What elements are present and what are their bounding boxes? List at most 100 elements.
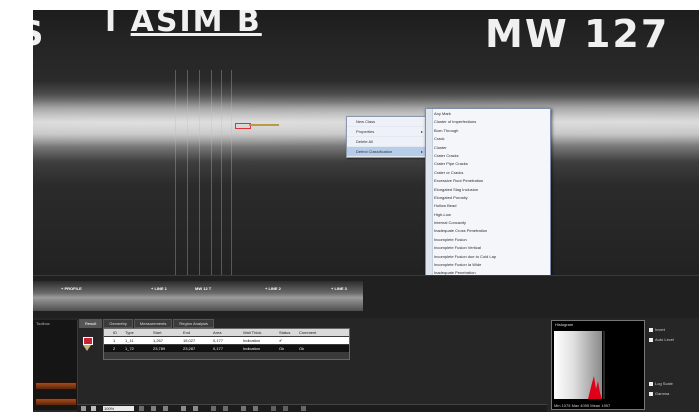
dock-button[interactable]	[35, 398, 77, 406]
submenu-item[interactable]: Hollow Bead	[434, 202, 549, 210]
display-options: Invert Auto Level Log Scale Gamma	[645, 322, 697, 406]
screen-frame: S I ASIM B MW 127 New Class Properties ▸ …	[0, 0, 699, 412]
submenu-item[interactable]: Internal Concavity	[434, 219, 549, 227]
table-cell: 1,267	[153, 338, 164, 343]
submenu-item[interactable]: Crater Cracks	[434, 152, 549, 160]
profile-label: MW 12 T	[195, 286, 212, 291]
menu-item-new-class[interactable]: New Class	[347, 117, 426, 127]
tab-measurements[interactable]: Measurements	[133, 319, 173, 328]
film-marker-middle-text: ASIM B	[130, 10, 262, 39]
profile-label: + LINE 2	[265, 286, 281, 291]
iqi-wire	[231, 70, 232, 275]
histogram-panel[interactable]: Histogram Min 1075 Max 4095 Mean 1997	[551, 320, 645, 410]
stop-icon[interactable]	[91, 406, 96, 411]
menu-item-defect-classification[interactable]: Defect Classification ▸	[347, 147, 426, 157]
zoom-out-icon[interactable]	[163, 406, 168, 411]
option-checkbox[interactable]	[649, 382, 653, 386]
row-flag-icon	[83, 337, 93, 345]
profile-icon[interactable]	[223, 406, 228, 411]
table-cell: 23,789	[153, 346, 166, 351]
submenu-item[interactable]: Crack	[434, 135, 549, 143]
option-label: Log Scale	[655, 381, 673, 386]
option-checkbox[interactable]	[649, 392, 653, 396]
histogram-peak	[588, 376, 602, 399]
table-header-cell[interactable]: Type	[124, 329, 153, 336]
iqi-wire	[199, 70, 200, 275]
submenu-item[interactable]: Elongated Porosity	[434, 194, 549, 202]
submenu-item[interactable]: High-Low	[434, 211, 549, 219]
menu-item-label: Defect Classification	[356, 149, 393, 154]
menu-item-delete-all[interactable]: Delete All	[347, 137, 426, 147]
dock-button[interactable]	[35, 382, 77, 390]
grid-icon[interactable]	[241, 406, 246, 411]
help-icon[interactable]	[301, 406, 306, 411]
table-cell	[298, 337, 349, 344]
table-header: ID Type Start End Area Wall Thick. Statu…	[104, 329, 349, 336]
submenu-item[interactable]: Excessive Root Penetration	[434, 177, 549, 185]
table-cell: ✔	[279, 338, 283, 343]
side-dock: Toolbox	[33, 320, 78, 410]
submenu-arrow-icon: ▸	[420, 129, 423, 134]
pan-icon[interactable]	[139, 406, 144, 411]
table-cell: 0,177	[213, 338, 224, 343]
menu-item-properties[interactable]: Properties ▸	[347, 127, 426, 137]
film-marker-right: MW 127	[485, 12, 670, 56]
option-checkbox[interactable]	[649, 328, 653, 332]
measurement-line[interactable]	[249, 124, 279, 126]
table-row[interactable]: 1 1_11 1,267 15,027 0,177 Indication ✔	[104, 337, 349, 344]
submenu-item[interactable]: Inadequate Cross Penetration	[434, 227, 549, 235]
table-row[interactable]: 2 1_72 23,789 23,287 0,177 Indication Ok…	[104, 345, 349, 352]
iqi-wire	[211, 70, 212, 275]
submenu-item[interactable]: Any Mark	[434, 110, 549, 118]
option-checkbox[interactable]	[649, 338, 653, 342]
profile-strip: + PROFILE + LINE 1 MW 12 T + LINE 2 + LI…	[33, 275, 699, 319]
export-icon[interactable]	[271, 406, 276, 411]
contrast-icon[interactable]	[211, 406, 216, 411]
option-label: Invert	[655, 327, 666, 332]
dock-title: Toolbox	[36, 321, 50, 326]
print-icon[interactable]	[283, 406, 288, 411]
submenu-item[interactable]: Burn Through	[434, 127, 549, 135]
measure-icon[interactable]	[181, 406, 186, 411]
tab-result[interactable]: Result	[79, 319, 103, 328]
film-marker-middle-prefix: I	[105, 10, 119, 39]
table-header-cell[interactable]: Wall Thick.	[242, 329, 279, 336]
submenu-item[interactable]: Incomplete Fusion	[434, 236, 549, 244]
context-menu: New Class Properties ▸ Delete All Defect …	[346, 116, 427, 158]
submenu-item[interactable]: Crater Pipe Cracks	[434, 160, 549, 168]
table-cell: Ok	[279, 346, 285, 351]
submenu-item[interactable]: Elongated Slag Inclusion	[434, 186, 549, 194]
submenu-item[interactable]: Cluster of Imperfections	[434, 118, 549, 126]
submenu-item[interactable]: Incomplete Fusion due to Cold Lap	[434, 253, 549, 261]
table-cell: 23,287	[183, 346, 196, 351]
table-header-cell[interactable]: End	[182, 329, 213, 336]
option-label: Auto Level	[655, 337, 674, 342]
table-cell: Ok	[299, 346, 305, 351]
menu-item-label: Properties	[356, 129, 375, 134]
table-header-cell[interactable]: Area	[212, 329, 243, 336]
submenu-item[interactable]: Cluster	[434, 144, 549, 152]
submenu-item[interactable]: Crater or Cracks	[434, 169, 549, 177]
settings-icon[interactable]	[253, 406, 258, 411]
bottom-toolbar: 100%	[77, 404, 547, 412]
submenu-arrow-icon: ▸	[420, 149, 423, 154]
profile-label: + PROFILE	[61, 286, 82, 291]
ruler-icon[interactable]	[193, 406, 198, 411]
table-header-cell[interactable]: Status	[278, 329, 299, 336]
submenu-item[interactable]: Incomplete Fusion Vertical	[434, 244, 549, 252]
zoom-field[interactable]: 100%	[103, 406, 134, 411]
iqi-wire	[175, 70, 176, 275]
table-header-cell[interactable]: Comment	[298, 329, 349, 336]
profile-label: + LINE 1	[151, 286, 167, 291]
tab-geometry[interactable]: Geometry	[103, 319, 133, 328]
tab-region-analysis[interactable]: Region Analysis	[173, 319, 214, 328]
table-cell: 0,177	[213, 346, 224, 351]
table-header-cell[interactable]: Start	[152, 329, 183, 336]
film-marker-middle: I ASIM B	[105, 10, 262, 39]
option-label: Gamma	[655, 391, 670, 396]
zoom-in-icon[interactable]	[151, 406, 156, 411]
radiograph-viewer: S I ASIM B MW 127 New Class Properties ▸ …	[33, 10, 699, 412]
histogram-stats: Min 1075 Max 4095 Mean 1997	[554, 403, 611, 408]
submenu-item[interactable]: Incomplete Fusion Ia Wide	[434, 261, 549, 269]
play-icon[interactable]	[81, 406, 86, 411]
